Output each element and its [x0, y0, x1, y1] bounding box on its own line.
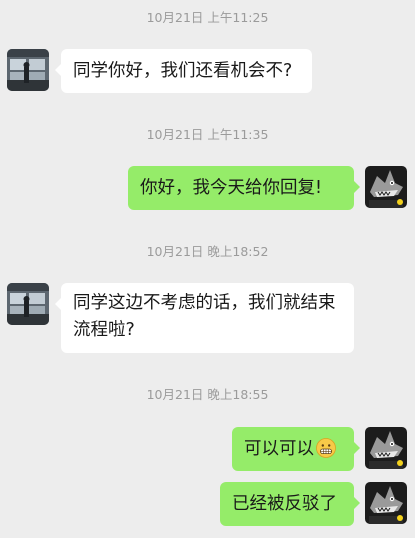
message-bubble-sent[interactable]: 你好，我今天给你回复! — [128, 166, 360, 210]
grimacing-face-emoji — [316, 438, 336, 467]
contact-avatar[interactable] — [7, 49, 49, 91]
timestamp: 10月21日 上午11:25 — [146, 10, 269, 25]
message-text: 同学你好，我们还看机会不? — [73, 61, 293, 81]
timestamp: 10月21日 晚上18:55 — [146, 387, 269, 402]
shark-character-icon — [365, 482, 407, 524]
message-bubble-received[interactable]: 同学这边不考虑的话，我们就结束 流程啦? — [55, 283, 354, 353]
message-text-line: 流程啦? — [73, 320, 135, 340]
timestamp: 10月21日 上午11:35 — [146, 127, 269, 142]
message-bubble-received[interactable]: 同学你好，我们还看机会不? — [55, 49, 312, 93]
my-avatar[interactable] — [365, 427, 407, 469]
my-avatar[interactable] — [365, 166, 407, 208]
my-avatar[interactable] — [365, 482, 407, 524]
shark-character-icon — [365, 427, 407, 469]
timestamp: 10月21日 晚上18:52 — [146, 244, 269, 259]
message-bubble-sent[interactable]: 已经被反驳了 — [220, 482, 360, 526]
message-text: 你好，我今天给你回复! — [140, 178, 323, 198]
message-text: 可以可以 — [244, 439, 314, 459]
message-text: 已经被反驳了 — [232, 494, 337, 514]
classroom-photo-icon — [7, 49, 49, 91]
message-bubble-sent[interactable]: 可以可以 — [232, 427, 360, 471]
message-text-line: 同学这边不考虑的话，我们就结束 — [73, 293, 336, 313]
contact-avatar[interactable] — [7, 283, 49, 325]
shark-character-icon — [365, 166, 407, 208]
classroom-photo-icon — [7, 283, 49, 325]
